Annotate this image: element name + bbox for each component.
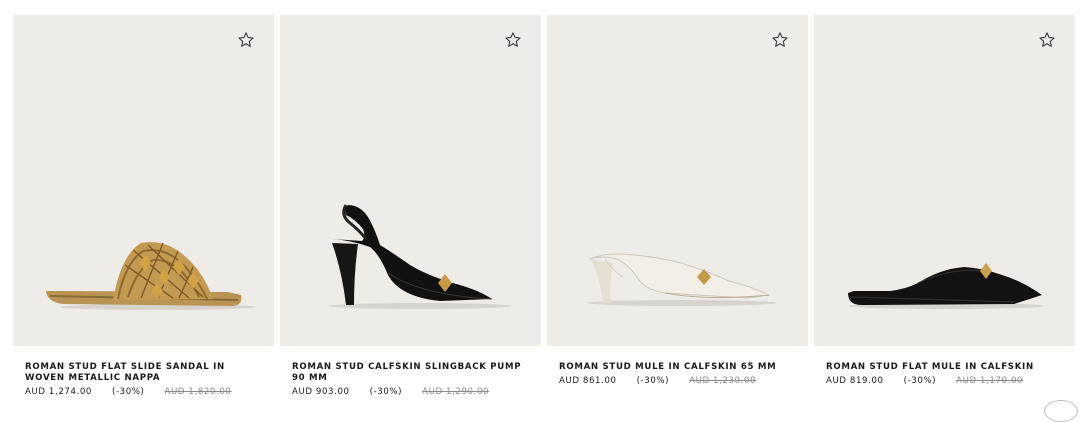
price-row: AUD 819.00 (-30%) AUD 1,170.00 — [826, 376, 1063, 386]
original-price: AUD 1,820.00 — [165, 387, 232, 397]
product-image-slingback[interactable] — [280, 15, 541, 346]
discount-badge: (-30%) — [112, 387, 145, 397]
product-card[interactable]: ROMAN STUD MULE IN CALFSKIN 65 MM AUD 86… — [547, 15, 808, 397]
product-image-area[interactable] — [13, 15, 274, 346]
star-outline-icon[interactable] — [504, 31, 522, 49]
scroll-hint-control[interactable] — [1044, 400, 1078, 422]
product-name[interactable]: ROMAN STUD MULE IN CALFSKIN 65 MM — [559, 362, 789, 373]
star-outline-icon[interactable] — [771, 31, 789, 49]
current-price: AUD 861.00 — [559, 376, 617, 386]
product-card[interactable]: ROMAN STUD CALFSKIN SLINGBACK PUMP 90 MM… — [280, 15, 541, 397]
product-image-area[interactable] — [814, 15, 1075, 346]
price-row: AUD 861.00 (-30%) AUD 1,230.00 — [559, 376, 796, 386]
product-image-area[interactable] — [547, 15, 808, 346]
product-card[interactable]: ROMAN STUD FLAT SLIDE SANDAL IN WOVEN ME… — [13, 15, 274, 397]
original-price: AUD 1,170.00 — [956, 376, 1023, 386]
product-card[interactable]: ROMAN STUD FLAT MULE IN CALFSKIN AUD 819… — [814, 15, 1075, 397]
product-info: ROMAN STUD FLAT MULE IN CALFSKIN AUD 819… — [814, 346, 1075, 386]
product-image-sandal[interactable] — [13, 15, 274, 346]
discount-badge: (-30%) — [637, 376, 670, 386]
product-image-area[interactable] — [280, 15, 541, 346]
discount-badge: (-30%) — [370, 387, 403, 397]
original-price: AUD 1,290.00 — [422, 387, 489, 397]
product-image-flat-mule[interactable] — [814, 15, 1075, 346]
price-row: AUD 1,274.00 (-30%) AUD 1,820.00 — [25, 387, 262, 397]
product-info: ROMAN STUD MULE IN CALFSKIN 65 MM AUD 86… — [547, 346, 808, 386]
product-image-mule[interactable] — [547, 15, 808, 346]
original-price: AUD 1,230.00 — [689, 376, 756, 386]
price-row: AUD 903.00 (-30%) AUD 1,290.00 — [292, 387, 529, 397]
discount-badge: (-30%) — [904, 376, 937, 386]
current-price: AUD 1,274.00 — [25, 387, 92, 397]
current-price: AUD 819.00 — [826, 376, 884, 386]
product-name[interactable]: ROMAN STUD FLAT SLIDE SANDAL IN WOVEN ME… — [25, 362, 255, 384]
product-grid: ROMAN STUD FLAT SLIDE SANDAL IN WOVEN ME… — [13, 15, 1075, 397]
current-price: AUD 903.00 — [292, 387, 350, 397]
star-outline-icon[interactable] — [237, 31, 255, 49]
star-outline-icon[interactable] — [1038, 31, 1056, 49]
product-name[interactable]: ROMAN STUD FLAT MULE IN CALFSKIN — [826, 362, 1056, 373]
product-name[interactable]: ROMAN STUD CALFSKIN SLINGBACK PUMP 90 MM — [292, 362, 522, 384]
product-info: ROMAN STUD CALFSKIN SLINGBACK PUMP 90 MM… — [280, 346, 541, 397]
product-info: ROMAN STUD FLAT SLIDE SANDAL IN WOVEN ME… — [13, 346, 274, 397]
